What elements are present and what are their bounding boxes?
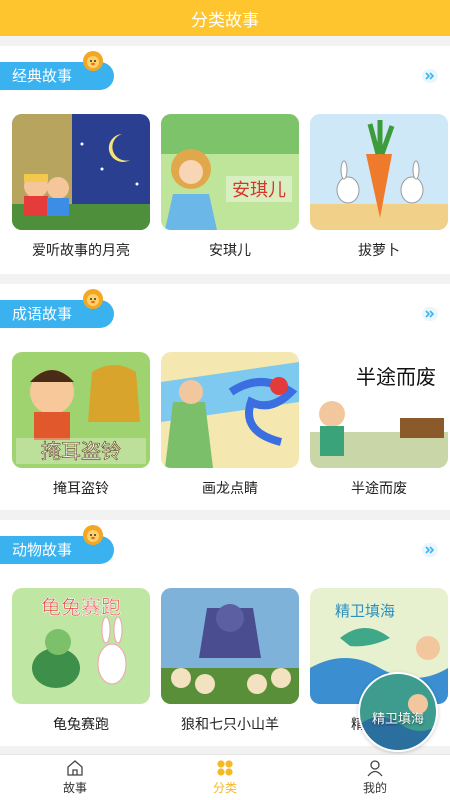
lion-icon	[83, 289, 103, 309]
story-title: 狼和七只小山羊	[181, 717, 279, 733]
tab-label: 我的	[362, 781, 387, 795]
story-title: 龟兔赛跑	[53, 717, 109, 733]
tab-label: 分类	[212, 781, 237, 795]
lion-icon	[83, 51, 103, 71]
section-more-button[interactable]	[422, 543, 438, 557]
story-title: 爱听故事的月亮	[32, 243, 130, 259]
story-card[interactable]: 爱听故事的月亮	[12, 114, 150, 260]
double-chevron-right-icon	[425, 310, 435, 318]
thumbnail-caption: 龟兔赛跑	[41, 595, 121, 619]
user-icon	[367, 760, 383, 777]
story-thumbnail	[310, 114, 448, 230]
home-icon	[67, 760, 83, 776]
story-title: 掩耳盗铃	[53, 481, 109, 497]
section-more-button[interactable]	[422, 307, 438, 321]
app-header: 分类故事	[0, 0, 450, 36]
tab-category[interactable]: 分类	[150, 755, 300, 800]
thumbnail-caption: 掩耳盗铃	[41, 439, 121, 463]
story-thumbnail	[161, 352, 299, 468]
double-chevron-right-icon	[425, 72, 435, 80]
bottom-tab-bar: 故事 分类 我的	[0, 754, 450, 800]
category-list[interactable]: 经典故事 爱听故事的月亮 安琪儿 安琪儿 拔萝卜 成语故事 掩耳盗铃 掩耳盗铃 …	[0, 36, 450, 754]
story-card[interactable]: 安琪儿 安琪儿	[161, 114, 299, 260]
section-more-button[interactable]	[422, 69, 438, 83]
story-card[interactable]: 半途而废 半途而废	[310, 352, 448, 498]
story-card[interactable]: 画龙点睛	[161, 352, 299, 498]
story-thumbnail: 半途而废	[310, 352, 448, 468]
floating-label: 精卫填海	[371, 712, 424, 727]
tab-mine[interactable]: 我的	[300, 755, 450, 800]
story-card[interactable]: 掩耳盗铃 掩耳盗铃	[12, 352, 150, 498]
page-title: 分类故事	[191, 10, 259, 31]
story-thumbnail	[12, 114, 150, 230]
story-card[interactable]: 拔萝卜	[310, 114, 448, 260]
story-title: 半途而废	[351, 481, 407, 497]
story-card[interactable]: 龟兔赛跑 龟兔赛跑	[12, 588, 150, 734]
story-title: 拔萝卜	[358, 243, 400, 259]
story-title: 安琪儿	[209, 243, 251, 259]
thumbnail-caption: 安琪儿	[232, 180, 286, 201]
lion-icon	[83, 525, 103, 545]
double-chevron-right-icon	[425, 546, 435, 554]
section-idiom: 成语故事 掩耳盗铃 掩耳盗铃 画龙点睛 半途而废 半途而废	[0, 284, 450, 510]
grid-icon	[217, 760, 233, 776]
story-thumbnail	[161, 588, 299, 704]
story-card[interactable]: 狼和七只小山羊	[161, 588, 299, 734]
story-thumbnail: 龟兔赛跑	[12, 588, 150, 704]
floating-story-badge[interactable]: 精卫填海	[358, 672, 438, 752]
thumbnail-caption: 半途而废	[356, 365, 436, 389]
story-title: 画龙点睛	[202, 481, 258, 497]
story-thumbnail: 安琪儿	[161, 114, 299, 230]
tab-story[interactable]: 故事	[0, 755, 150, 800]
tab-label: 故事	[62, 781, 87, 795]
story-thumbnail: 掩耳盗铃	[12, 352, 150, 468]
section-classic: 经典故事 爱听故事的月亮 安琪儿 安琪儿 拔萝卜	[0, 46, 450, 274]
thumbnail-caption: 精卫填海	[335, 602, 395, 620]
